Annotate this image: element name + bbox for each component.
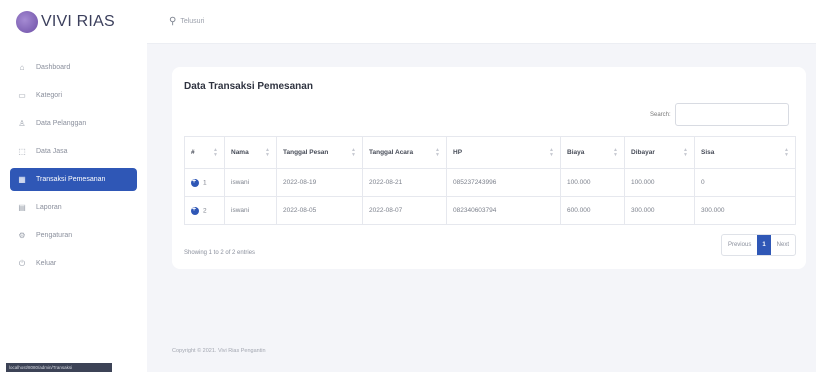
sidebar-nav: ⌂ Dashboard ▭ Kategori ♙ Data Pelanggan … <box>0 56 147 275</box>
dashboard-icon: ⌂ <box>19 63 25 72</box>
table-cell: 2022-08-19 <box>276 168 363 197</box>
column-header-sisa[interactable]: Sisa ▲ ▼ <box>694 136 796 169</box>
sidebar-item-label: Keluar <box>36 260 57 267</box>
page-title: Data Transaksi Pemesanan <box>184 81 313 92</box>
table-search: Search: <box>650 103 789 126</box>
sidebar-item-dashboard[interactable]: ⌂ Dashboard <box>10 56 137 79</box>
table-cell: iswani <box>224 196 277 225</box>
sort-icon: ▲ ▼ <box>435 147 440 158</box>
transaction-table: # ▲ ▼ Nama ▲ ▼ Tanggal Pesan ▲ ▼ Tanggal Acara… <box>184 136 796 225</box>
transaction-card: Data Transaksi Pemesanan Search: # ▲ ▼ Nam… <box>172 67 806 269</box>
table-cell: iswani <box>224 168 277 197</box>
column-header-nama[interactable]: Nama ▲ ▼ <box>224 136 277 169</box>
topbar: ⚲ Telusuri <box>147 0 816 44</box>
sidebar-item-label: Dashboard <box>36 64 71 71</box>
pagination: Previous 1 Next <box>720 234 796 256</box>
top-search-placeholder: Telusuri <box>180 18 205 25</box>
sidebar-item-label: Laporan <box>36 204 62 211</box>
sidebar-item-data-jasa[interactable]: ⬚ Data Jasa <box>10 140 137 163</box>
table-row: 2 iswani 2022-08-05 2022-08-07 082340603… <box>184 196 796 225</box>
table-cell: 085237243996 <box>446 168 561 197</box>
sort-icon: ▲ ▼ <box>549 147 554 158</box>
footer-copyright: Copyright © 2021. Vivi Rias Pengantin <box>172 348 266 354</box>
sidebar-item-keluar[interactable]: ⏻ Keluar <box>10 252 137 275</box>
table-info: Showing 1 to 2 of 2 entries <box>184 250 256 256</box>
table-cell: 2022-08-07 <box>362 196 447 225</box>
sort-icon: ▲ ▼ <box>351 147 356 158</box>
sort-icon: ▲ ▼ <box>213 147 218 158</box>
logout-icon: ⏻ <box>18 258 26 268</box>
sidebar-item-kategori[interactable]: ▭ Kategori <box>10 84 137 107</box>
table-cell: 100.000 <box>560 168 625 197</box>
top-search[interactable]: ⚲ Telusuri <box>169 16 204 27</box>
table-cell: 100.000 <box>624 168 695 197</box>
brand[interactable]: VIVI RIAS <box>0 0 147 44</box>
table-cell: 2022-08-21 <box>362 168 447 197</box>
sort-icon: ▲ ▼ <box>683 147 688 158</box>
previous-button[interactable]: Previous <box>722 235 757 255</box>
brand-name: VIVI RIAS <box>41 13 115 30</box>
sidebar-item-transaksi-pemesanan[interactable]: ▦ Transaksi Pemesanan <box>10 168 137 191</box>
column-header-number[interactable]: # ▲ ▼ <box>184 136 225 169</box>
next-button[interactable]: Next <box>771 235 795 255</box>
column-header-tanggal-pesan[interactable]: Tanggal Pesan ▲ ▼ <box>276 136 363 169</box>
sidebar-item-label: Pengaturan <box>36 232 73 239</box>
user-icon: ♙ <box>18 119 26 128</box>
sidebar-item-label: Kategori <box>36 92 63 99</box>
table-header-row: # ▲ ▼ Nama ▲ ▼ Tanggal Pesan ▲ ▼ Tanggal Acara… <box>184 136 796 169</box>
brand-logo <box>16 11 38 33</box>
column-header-dibayar[interactable]: Dibayar ▲ ▼ <box>624 136 695 169</box>
table-cell: 300.000 <box>624 196 695 225</box>
table-search-input[interactable] <box>674 103 789 126</box>
table-row: 1 iswani 2022-08-19 2022-08-21 085237243… <box>184 168 796 197</box>
table-cell: 0 <box>694 168 796 197</box>
column-header-biaya[interactable]: Biaya ▲ ▼ <box>560 136 625 169</box>
category-icon: ▭ <box>18 91 26 100</box>
browser-status-bar: localhost/8080/admin/Transaksi <box>6 363 112 372</box>
sidebar-item-label: Data Jasa <box>36 148 68 155</box>
sidebar-item-label: Data Pelanggan <box>36 120 87 127</box>
report-icon: ▤ <box>18 203 26 212</box>
table-cell: 300.000 <box>694 196 796 225</box>
sort-icon: ▲ ▼ <box>265 147 270 158</box>
sidebar-item-laporan[interactable]: ▤ Laporan <box>10 196 137 219</box>
row-number-cell[interactable]: 1 <box>184 168 225 197</box>
column-header-tanggal-acara[interactable]: Tanggal Acara ▲ ▼ <box>362 136 447 169</box>
table-search-label: Search: <box>650 111 671 118</box>
sidebar-item-data-pelanggan[interactable]: ♙ Data Pelanggan <box>10 112 137 135</box>
sort-icon: ▲ ▼ <box>784 147 789 158</box>
search-icon: ⚲ <box>169 16 177 27</box>
sidebar-item-pengaturan[interactable]: ⚙ Pengaturan <box>10 224 137 247</box>
service-icon: ⬚ <box>18 147 26 156</box>
sidebar-item-label: Transaksi Pemesanan <box>36 176 106 183</box>
table-cell: 2022-08-05 <box>276 196 363 225</box>
table-cell: 600.000 <box>560 196 625 225</box>
sort-icon: ▲ ▼ <box>613 147 618 158</box>
table-cell: 082340603794 <box>446 196 561 225</box>
transaction-icon: ▦ <box>18 175 26 184</box>
settings-icon: ⚙ <box>18 231 26 240</box>
expand-row-icon[interactable] <box>191 178 199 187</box>
column-header-hp[interactable]: HP ▲ ▼ <box>446 136 561 169</box>
expand-row-icon[interactable] <box>191 206 199 215</box>
sidebar: VIVI RIAS ⌂ Dashboard ▭ Kategori ♙ Data … <box>0 0 147 372</box>
row-number-cell[interactable]: 2 <box>184 196 225 225</box>
page-1-button[interactable]: 1 <box>757 235 771 255</box>
